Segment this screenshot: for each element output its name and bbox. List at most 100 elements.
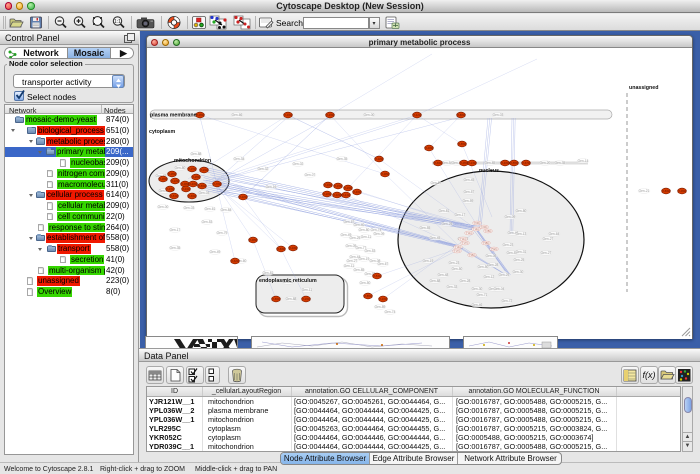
svg-text:Y11C: Y11C [460,237,467,241]
svg-text:YL15W: YL15W [188,167,197,171]
svg-text:Gen-35: Gen-35 [555,161,566,165]
svg-text:Gen-87: Gen-87 [431,181,442,185]
svg-text:Gen-25: Gen-25 [499,273,510,277]
svg-text:Gen-88: Gen-88 [286,297,297,301]
svg-text:YL54W: YL54W [373,274,382,278]
svg-text:Gen-30: Gen-30 [472,287,483,291]
svg-text:Y11C: Y11C [466,231,473,235]
svg-text:YL89W: YL89W [272,297,281,301]
svg-text:Gen-57: Gen-57 [464,190,475,194]
svg-text:Gen-12: Gen-12 [484,275,495,279]
svg-text:YL05W: YL05W [196,113,205,117]
svg-text:Gen-81: Gen-81 [263,271,274,275]
svg-text:Gen-32: Gen-32 [258,167,269,171]
svg-text:Gen-27: Gen-27 [543,237,554,241]
svg-text:Gen-17: Gen-17 [455,213,466,217]
svg-text:YL29W: YL29W [302,297,311,301]
svg-text:Gen-27: Gen-27 [541,251,552,255]
svg-text:Gen-28: Gen-28 [460,279,471,283]
svg-text:Y14C: Y14C [455,245,462,249]
svg-text:YL22W: YL22W [171,179,180,183]
svg-text:YL06W: YL06W [159,177,168,181]
svg-text:YL85W: YL85W [364,294,373,298]
svg-text:Gen-74: Gen-74 [385,310,396,314]
svg-text:Gen-09: Gen-09 [374,232,385,236]
svg-text:Gen-04: Gen-04 [494,287,505,291]
svg-text:Y20C: Y20C [481,225,488,229]
svg-text:Gen-09: Gen-09 [505,215,516,219]
svg-text:Gen-59: Gen-59 [463,199,474,203]
svg-text:YL42W: YL42W [413,113,422,117]
svg-text:Gen-11: Gen-11 [361,235,372,239]
svg-text:Gen-17: Gen-17 [170,228,181,232]
svg-text:Gen-61: Gen-61 [205,207,216,211]
svg-text:Gen-50: Gen-50 [360,281,371,285]
svg-text:YL29W: YL29W [200,168,209,172]
svg-text:endoplasmic reticulum: endoplasmic reticulum [259,278,317,284]
svg-text:Gen-72: Gen-72 [502,299,513,303]
svg-text:YL32W: YL32W [239,195,248,199]
svg-text:Gen-11: Gen-11 [302,288,313,292]
svg-text:YL69W: YL69W [434,161,443,165]
svg-text:Gen-00: Gen-00 [364,113,375,117]
svg-text:Y52C: Y52C [491,247,498,251]
svg-text:YL59W: YL59W [198,184,207,188]
svg-text:Gen-33: Gen-33 [447,285,458,289]
svg-text:Gen-35: Gen-35 [170,246,181,250]
svg-text:YL33W: YL33W [166,187,175,191]
svg-text:Gen-27: Gen-27 [347,259,358,263]
svg-text:YL55W: YL55W [458,142,467,146]
svg-text:YL46W: YL46W [189,182,198,186]
svg-text:YL45W: YL45W [326,113,335,117]
svg-text:Gen-67: Gen-67 [378,262,389,266]
svg-text:YL67W: YL67W [522,161,531,165]
svg-text:YL86W: YL86W [457,113,466,117]
svg-text:YL03W: YL03W [284,113,293,117]
svg-text:Gen-66: Gen-66 [232,113,243,117]
svg-text:Gen-23: Gen-23 [503,243,514,247]
svg-text:Gen-25: Gen-25 [350,236,361,240]
svg-text:YL69W: YL69W [188,194,197,198]
svg-text:YL62W: YL62W [231,259,240,263]
svg-text:Gen-25: Gen-25 [514,258,525,262]
svg-text:YL51W: YL51W [170,194,179,198]
svg-text:Gen-31: Gen-31 [516,250,527,254]
svg-text:YL46W: YL46W [501,161,510,165]
svg-text:YL09W: YL09W [678,189,687,193]
svg-text:Gen-28: Gen-28 [488,263,499,267]
svg-text:1:1: 1:1 [114,19,121,25]
svg-text:YL16W: YL16W [379,297,388,301]
svg-text:Gen-50: Gen-50 [452,267,463,271]
svg-text:Gen-80: Gen-80 [359,228,370,232]
svg-text:YL30W: YL30W [425,146,434,150]
svg-text:YL55W: YL55W [510,161,519,165]
svg-text:Gen-46: Gen-46 [472,303,483,307]
svg-text:YL83W: YL83W [662,189,671,193]
svg-text:Gen-25: Gen-25 [442,222,453,226]
svg-text:Gen-89: Gen-89 [375,305,386,309]
svg-text:Gen-05: Gen-05 [486,254,497,258]
svg-text:YL70W: YL70W [213,182,222,186]
svg-text:YL38W: YL38W [381,172,390,176]
svg-text:Gen-80: Gen-80 [516,209,527,213]
svg-text:Gen-03: Gen-03 [493,113,504,117]
svg-text:nucleus: nucleus [479,168,499,174]
svg-text:YL02W: YL02W [375,157,384,161]
svg-text:Gen-40: Gen-40 [354,223,365,227]
svg-text:Gen-21: Gen-21 [639,189,650,193]
svg-text:plasma membrane: plasma membrane [150,113,197,119]
svg-text:Gen-71: Gen-71 [477,293,488,297]
svg-text:Y38C: Y38C [483,241,490,245]
svg-text:Gen-45: Gen-45 [430,236,441,240]
svg-text:unassigned: unassigned [629,85,658,91]
svg-text:Y14C: Y14C [473,227,480,231]
svg-text:f(x): f(x) [643,370,656,380]
svg-text:Gen-49: Gen-49 [210,250,221,254]
svg-text:Gen-30: Gen-30 [513,270,524,274]
svg-text:Gen-79: Gen-79 [217,231,228,235]
svg-text:mitochondrion: mitochondrion [174,158,211,164]
svg-text:Gen-88: Gen-88 [430,279,441,283]
svg-text:Gen-45: Gen-45 [464,178,475,182]
svg-text:YL05W: YL05W [168,172,177,176]
svg-text:YL03W: YL03W [324,183,333,187]
